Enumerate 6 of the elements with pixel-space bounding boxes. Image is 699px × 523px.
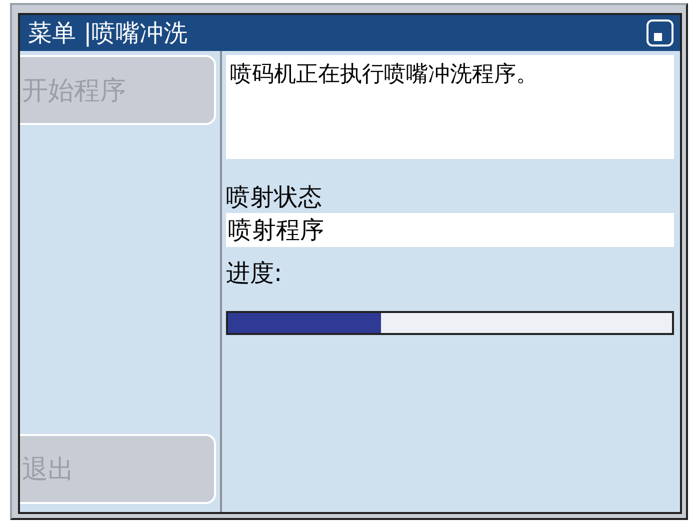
progress-label: 进度: bbox=[226, 258, 284, 289]
status-label: 喷射状态 bbox=[226, 182, 323, 213]
window-icon[interactable] bbox=[646, 19, 674, 47]
window-title: 菜单 |喷嘴冲洗 bbox=[28, 18, 188, 49]
status-field: 喷射程序 bbox=[226, 213, 674, 247]
message-text: 喷码机正在执行喷嘴冲洗程序。 bbox=[226, 55, 674, 159]
